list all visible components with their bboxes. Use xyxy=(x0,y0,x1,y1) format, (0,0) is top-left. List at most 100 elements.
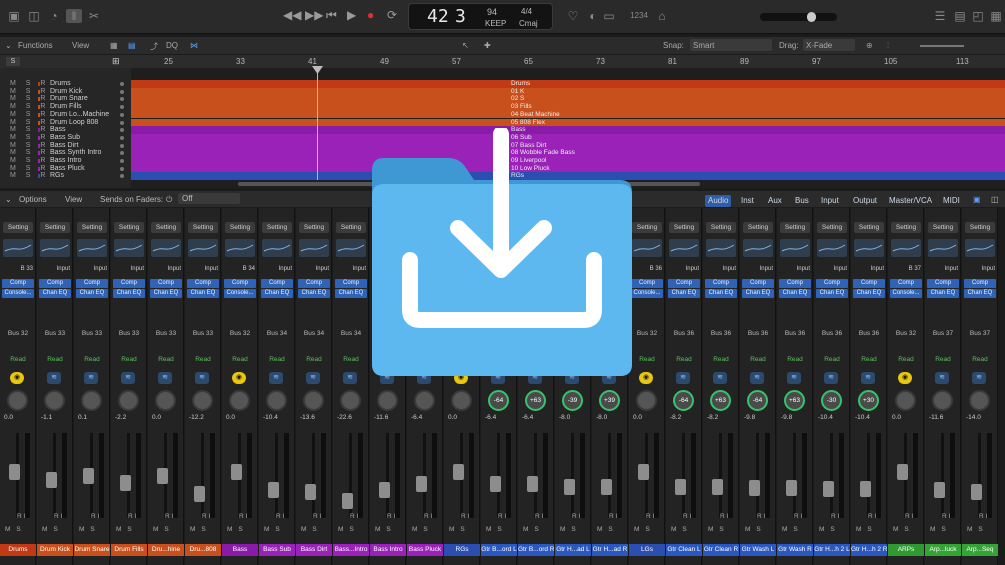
drag-select[interactable]: X-Fade xyxy=(803,39,855,51)
pan-knob[interactable] xyxy=(192,390,213,411)
waveform-icon[interactable]: ≋ xyxy=(676,372,690,384)
plugin-slot[interactable]: Comp xyxy=(2,279,34,288)
track-header[interactable]: M S R Drum Snare xyxy=(0,95,131,103)
view-menu[interactable]: View xyxy=(72,41,89,50)
input-slot[interactable]: B 33 xyxy=(3,265,33,274)
pan-knob[interactable] xyxy=(895,390,916,411)
pan-knob[interactable] xyxy=(155,390,176,411)
mute-solo-buttons[interactable]: MS xyxy=(856,526,878,533)
input-slot[interactable]: Input xyxy=(114,265,144,274)
input-slot[interactable]: Input xyxy=(77,265,107,274)
plugin-slot[interactable]: Chan EQ xyxy=(927,289,959,298)
automation-mode[interactable]: Read xyxy=(299,355,329,364)
automation-mode[interactable]: Read xyxy=(743,355,773,364)
volume-readout[interactable]: -10.4 xyxy=(263,414,291,421)
track-msr-buttons[interactable]: M S R xyxy=(10,119,49,127)
channel-name[interactable]: Drum Fills xyxy=(111,544,147,556)
plugin-slot[interactable]: Comp xyxy=(39,279,71,288)
volume-readout[interactable]: -14.0 xyxy=(966,414,994,421)
eq-thumbnail[interactable] xyxy=(299,239,329,257)
waveform-icon[interactable]: ≋ xyxy=(84,372,98,384)
setting-button[interactable]: Setting xyxy=(743,222,773,233)
fader-cap[interactable] xyxy=(712,479,723,495)
plugin-slot[interactable]: Comp xyxy=(76,279,108,288)
functions-menu[interactable]: Functions xyxy=(18,41,53,50)
mute-solo-buttons[interactable]: MS xyxy=(264,526,286,533)
channel-name[interactable]: Gtr B...ord R xyxy=(518,544,554,556)
mixer-tab[interactable]: Inst xyxy=(738,195,757,207)
pan-knob[interactable]: -39 xyxy=(562,390,583,411)
record-input-buttons[interactable]: R I xyxy=(609,513,617,520)
setting-button[interactable]: Setting xyxy=(151,222,181,233)
channel-name[interactable]: Bass...Intro xyxy=(333,544,369,556)
record-input-buttons[interactable]: R I xyxy=(868,513,876,520)
track-on-off-icon[interactable] xyxy=(120,112,124,117)
browser-icon[interactable]: ▦ xyxy=(988,9,1004,23)
setting-button[interactable]: Setting xyxy=(669,222,699,233)
curve-icon[interactable]: ⤴ xyxy=(150,41,158,52)
mixer-tab[interactable]: Output xyxy=(850,195,880,207)
master-volume-slider[interactable] xyxy=(760,12,837,22)
track-msr-buttons[interactable]: M S R xyxy=(10,157,49,165)
setting-button[interactable]: Setting xyxy=(225,222,255,233)
plugin-slot[interactable]: Comp xyxy=(705,279,737,288)
volume-readout[interactable]: -8.2 xyxy=(707,414,735,421)
track-on-off-icon[interactable] xyxy=(120,82,124,86)
fader-cap[interactable] xyxy=(897,464,908,480)
record-input-buttons[interactable]: R I xyxy=(535,513,543,520)
eq-thumbnail[interactable] xyxy=(225,239,255,257)
zoom-slider[interactable] xyxy=(920,45,964,47)
record-input-buttons[interactable]: R I xyxy=(942,513,950,520)
output-slot[interactable]: Bus 36 xyxy=(743,329,773,339)
output-slot[interactable]: Bus 33 xyxy=(40,329,70,339)
output-slot[interactable]: Bus 36 xyxy=(669,329,699,339)
automation-mode[interactable]: Read xyxy=(706,355,736,364)
editors-icon[interactable]: ✂ xyxy=(86,9,102,23)
mixer-tab[interactable]: Input xyxy=(818,195,842,207)
fader-cap[interactable] xyxy=(749,480,760,496)
fader-track[interactable] xyxy=(793,433,796,518)
waveform-icon[interactable]: ≋ xyxy=(269,372,283,384)
chevron-icon[interactable]: ⌄ xyxy=(5,41,12,50)
volume-readout[interactable]: -11.6 xyxy=(374,414,402,421)
fader-cap[interactable] xyxy=(860,481,871,497)
automation-mode[interactable]: Read xyxy=(151,355,181,364)
waveform-icon[interactable]: ≋ xyxy=(935,372,949,384)
mute-solo-buttons[interactable]: MS xyxy=(486,526,508,533)
mute-solo-buttons[interactable]: MS xyxy=(301,526,323,533)
pan-knob[interactable]: +63 xyxy=(784,390,805,411)
volume-readout[interactable]: -9.8 xyxy=(781,414,809,421)
volume-readout[interactable]: -8.2 xyxy=(670,414,698,421)
pointer-tool-icon[interactable]: ↖ xyxy=(462,41,469,50)
record-input-buttons[interactable]: R I xyxy=(350,513,358,520)
automation-mode[interactable]: Read xyxy=(928,355,958,364)
pan-knob[interactable] xyxy=(266,390,287,411)
input-slot[interactable]: Input xyxy=(965,265,995,274)
fader-cap[interactable] xyxy=(231,464,242,480)
output-slot[interactable]: Bus 32 xyxy=(891,329,921,339)
setting-button[interactable]: Setting xyxy=(336,222,366,233)
record-input-buttons[interactable]: R I xyxy=(905,513,913,520)
fader-cap[interactable] xyxy=(934,482,945,498)
output-slot[interactable]: Bus 34 xyxy=(336,329,366,339)
cycle-icon[interactable]: ⟳ xyxy=(387,8,397,22)
waveform-icon[interactable]: ≋ xyxy=(713,372,727,384)
eq-thumbnail[interactable] xyxy=(854,239,884,257)
eq-thumbnail[interactable] xyxy=(77,239,107,257)
output-slot[interactable]: Bus 32 xyxy=(225,329,255,339)
mixer-options-menu[interactable]: Options xyxy=(19,195,47,204)
fader-track[interactable] xyxy=(978,433,981,518)
track-on-off-icon[interactable] xyxy=(120,135,124,140)
region[interactable]: 01 K xyxy=(131,87,1005,96)
plugin-slot[interactable]: Comp xyxy=(335,279,367,288)
automation-mode[interactable]: Read xyxy=(188,355,218,364)
volume-readout[interactable]: -12.2 xyxy=(189,414,217,421)
automation-mode[interactable]: Read xyxy=(669,355,699,364)
channel-name[interactable]: Dru...hine xyxy=(148,544,184,556)
snap-select[interactable]: Smart xyxy=(690,39,772,51)
eq-thumbnail[interactable] xyxy=(151,239,181,257)
fader-cap[interactable] xyxy=(638,464,649,480)
ruler[interactable]: 25 33 41 49 57 65 73 81 89 97 105 113 xyxy=(131,55,1005,68)
input-slot[interactable]: B 34 xyxy=(225,265,255,274)
channel-name[interactable]: Bass Intro xyxy=(370,544,406,556)
